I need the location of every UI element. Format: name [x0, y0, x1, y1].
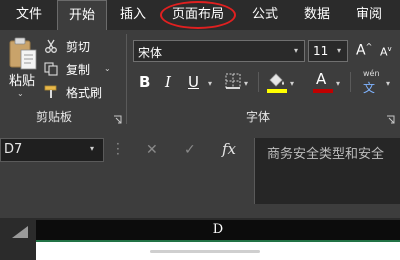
borders-button[interactable]: [224, 72, 242, 90]
tab-data[interactable]: 数据: [292, 0, 342, 30]
font-color-dropdown-icon[interactable]: ▾: [336, 79, 340, 88]
tab-review[interactable]: 审阅: [344, 0, 394, 30]
copy-dropdown-icon[interactable]: ⌄: [104, 64, 111, 73]
tab-home[interactable]: 开始: [57, 0, 107, 30]
column-header-d[interactable]: D: [36, 220, 400, 242]
font-name-combobox[interactable]: 宋体 ▾: [133, 40, 305, 62]
grow-font-button[interactable]: A^: [356, 42, 372, 59]
font-name-value: 宋体: [138, 46, 163, 60]
ribbon-separator: [350, 72, 351, 92]
clipboard-dialog-launcher-icon[interactable]: [113, 110, 123, 124]
font-group-label: 字体: [246, 110, 271, 124]
tab-insert[interactable]: 插入: [108, 0, 158, 30]
ribbon-group-divider: [126, 34, 127, 124]
font-size-dropdown-icon[interactable]: ▾: [337, 46, 341, 55]
cancel-entry-icon[interactable]: ✕: [146, 142, 158, 158]
fill-color-dropdown-icon[interactable]: ▾: [290, 79, 294, 88]
ribbon-separator: [258, 72, 259, 92]
insert-function-button[interactable]: fx: [222, 140, 236, 158]
fill-color-swatch: [267, 89, 287, 93]
cell-content-fragment: [150, 250, 260, 253]
phonetic-guide-button[interactable]: wén 文: [360, 69, 384, 95]
font-color-button[interactable]: A: [312, 70, 334, 94]
tab-file[interactable]: 文件: [2, 0, 56, 30]
borders-icon: [225, 73, 241, 89]
formula-bar-splitter-icon[interactable]: · · ·: [116, 138, 120, 160]
borders-dropdown-icon[interactable]: ▾: [244, 79, 248, 88]
font-color-icon: A: [316, 70, 327, 88]
cut-icon: [44, 38, 58, 53]
phonetic-guide-icon: wén: [363, 69, 380, 78]
paste-label: 粘贴: [9, 74, 36, 89]
font-size-combobox[interactable]: 11 ▾: [308, 40, 348, 62]
fill-color-button[interactable]: [266, 70, 288, 94]
enter-entry-icon[interactable]: ✓: [184, 142, 196, 158]
select-all-icon: [12, 226, 28, 238]
name-box-value: D7: [4, 142, 23, 157]
tab-formulas[interactable]: 公式: [240, 0, 290, 30]
copy-icon: [44, 61, 58, 76]
formula-content: 商务安全类型和安全: [267, 147, 385, 162]
phonetic-guide-char: 文: [363, 81, 376, 95]
underline-button[interactable]: U: [188, 73, 199, 91]
italic-button[interactable]: I: [165, 73, 171, 91]
clipboard-group-label: 剪贴板: [36, 110, 73, 124]
format-painter-icon: [44, 84, 58, 98]
font-name-dropdown-icon[interactable]: ▾: [294, 46, 298, 55]
paste-icon: [9, 37, 37, 70]
shrink-font-icon: A: [380, 45, 388, 59]
format-painter-button[interactable]: 格式刷: [66, 84, 102, 101]
select-all-button[interactable]: [6, 224, 30, 240]
font-color-swatch: [313, 89, 333, 93]
phonetic-dropdown-icon[interactable]: ▾: [386, 79, 390, 88]
underline-dropdown-icon[interactable]: ▾: [208, 79, 212, 88]
row-header[interactable]: [0, 242, 36, 260]
shrink-font-button[interactable]: Av: [380, 45, 392, 59]
formula-input[interactable]: 商务安全类型和安全: [254, 138, 400, 204]
cut-button[interactable]: 剪切: [66, 38, 90, 55]
copy-button[interactable]: 复制: [66, 61, 90, 78]
paste-dropdown-icon[interactable]: ⌄: [17, 89, 24, 98]
highlight-annotation: [160, 1, 236, 29]
name-box-dropdown-icon[interactable]: ▾: [90, 144, 94, 153]
font-size-value: 11: [313, 44, 329, 58]
name-box[interactable]: D7: [0, 138, 104, 162]
font-dialog-launcher-icon[interactable]: [386, 110, 396, 124]
bold-button[interactable]: B: [139, 73, 150, 91]
grow-font-icon: A: [356, 42, 366, 59]
